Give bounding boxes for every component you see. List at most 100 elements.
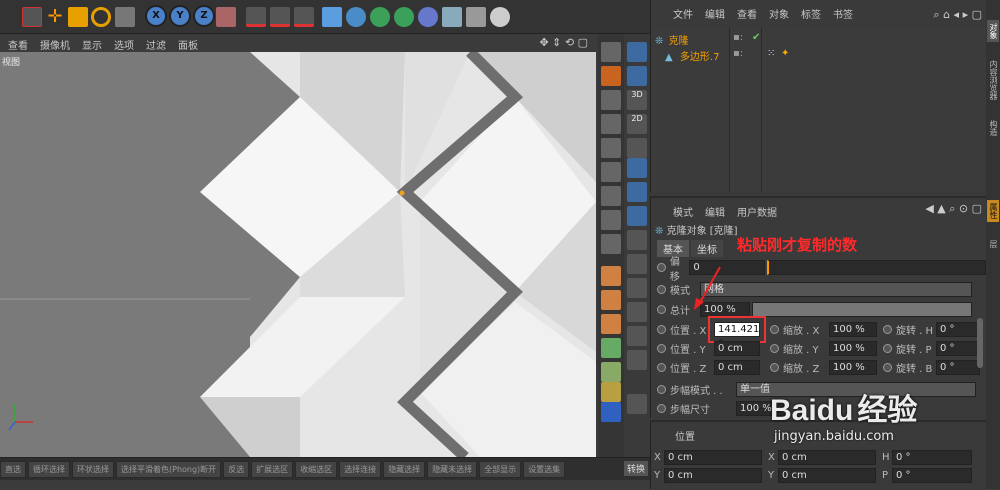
om-menu-file[interactable]: 文件 xyxy=(673,6,693,26)
anim-dot[interactable] xyxy=(657,404,666,413)
scale-icon[interactable] xyxy=(68,7,88,27)
anim-dot[interactable] xyxy=(657,363,666,372)
tab-structure[interactable]: 构造 xyxy=(987,120,999,136)
position-z-field[interactable]: 0 cm xyxy=(714,360,760,375)
subdivision-icon[interactable] xyxy=(370,7,390,27)
om-menu-bookmarks[interactable]: 书签 xyxy=(833,6,853,26)
coord-size-y[interactable]: 0 cm xyxy=(778,468,876,483)
snap-axis-icon[interactable] xyxy=(627,254,647,274)
status-button[interactable]: 收缩选区 xyxy=(295,461,338,478)
sculpt-icon[interactable] xyxy=(601,290,621,310)
visibility-toggle[interactable]: ▪: xyxy=(733,32,743,43)
coord-position-y[interactable]: 0 cm xyxy=(664,468,762,483)
object-row-cloner[interactable]: ❊ 克隆 ▪: ✔ xyxy=(655,32,985,47)
magnet-icon[interactable] xyxy=(627,42,647,62)
particle-icon[interactable] xyxy=(601,382,621,402)
model-mode-icon[interactable] xyxy=(601,66,621,86)
anim-dot[interactable] xyxy=(657,305,666,314)
x-axis-button[interactable]: X xyxy=(145,5,167,27)
rotation-h-field[interactable]: 0 ° xyxy=(936,322,980,337)
object-name[interactable]: 克隆 xyxy=(669,36,689,47)
axis-mode-icon[interactable] xyxy=(601,210,621,230)
floor-icon[interactable] xyxy=(442,7,462,27)
om-menu-edit[interactable]: 编辑 xyxy=(705,6,725,26)
cursor-icon[interactable] xyxy=(22,7,42,27)
tab-coord[interactable]: 坐标 xyxy=(691,240,723,257)
enabled-check-icon[interactable]: ✔ xyxy=(752,32,760,43)
anim-dot[interactable] xyxy=(657,344,666,353)
menu-camera[interactable]: 摄像机 xyxy=(40,37,70,52)
status-button[interactable]: 选择平滑着色(Phong)断开 xyxy=(116,461,222,478)
am-menu-edit[interactable]: 编辑 xyxy=(705,204,725,220)
convert-button[interactable]: 转换 xyxy=(624,461,649,476)
workplane-icon[interactable] xyxy=(601,114,621,134)
anim-dot[interactable] xyxy=(770,344,779,353)
status-button[interactable]: 环状选择 xyxy=(72,461,114,478)
render-dot-icon[interactable] xyxy=(601,402,621,422)
viewport[interactable]: 视图 xyxy=(0,52,596,457)
snap-icon[interactable] xyxy=(627,66,647,86)
3d-snap-icon[interactable]: 3D xyxy=(627,90,647,110)
snap-spline-icon[interactable] xyxy=(627,230,647,250)
snap-edge-icon[interactable] xyxy=(627,182,647,202)
point-mode-icon[interactable] xyxy=(601,138,621,158)
om-nav-icons[interactable]: ⌕ ⌂ ◂ ▸ ▢ xyxy=(933,8,982,22)
menu-view[interactable]: 查看 xyxy=(8,37,28,52)
deformer-icon[interactable] xyxy=(418,7,438,27)
tweak-icon[interactable] xyxy=(601,234,621,254)
edge-mode-icon[interactable] xyxy=(601,162,621,182)
rotation-b-field[interactable]: 0 ° xyxy=(936,360,980,375)
object-row-polygon[interactable]: ▲ 多边形.7 ▪: ⁙ ✦ xyxy=(665,48,985,63)
am-menu-mode[interactable]: 模式 xyxy=(673,204,693,220)
2d-snap-icon[interactable]: 2D xyxy=(627,114,647,134)
z-axis-button[interactable]: Z xyxy=(193,5,215,27)
status-button[interactable]: 全部显示 xyxy=(479,461,522,478)
anim-dot[interactable] xyxy=(770,325,779,334)
anim-dot[interactable] xyxy=(770,363,779,372)
anim-dot[interactable] xyxy=(657,325,666,334)
anim-dot[interactable] xyxy=(883,325,892,334)
am-nav-icons[interactable]: ◀ ▲ ⌕ ⊙ ▢ xyxy=(925,202,982,216)
status-button[interactable]: 扩展选区 xyxy=(251,461,294,478)
polygon-mode-icon[interactable] xyxy=(601,186,621,206)
coordinate-system-icon[interactable] xyxy=(216,7,236,27)
offset-slider[interactable] xyxy=(767,260,986,275)
scale-z-field[interactable]: 100 % xyxy=(829,360,877,375)
render-view-icon[interactable] xyxy=(246,7,266,27)
menu-panel[interactable]: 面板 xyxy=(178,37,198,52)
coord-rotation-p[interactable]: 0 ° xyxy=(892,468,972,483)
status-button[interactable]: 隐藏选择 xyxy=(383,461,426,478)
snap-mid-icon[interactable] xyxy=(627,278,647,298)
rotate-icon[interactable] xyxy=(91,7,111,27)
position-y-field[interactable]: 0 cm xyxy=(714,341,760,356)
am-scrollbar[interactable] xyxy=(977,318,983,368)
material-tag-icon[interactable]: ⁙ xyxy=(767,48,775,59)
texture-tag-icon[interactable]: ✦ xyxy=(781,48,789,59)
tab-layers[interactable]: 层 xyxy=(987,240,999,248)
coord-position-x[interactable]: 0 cm xyxy=(664,450,762,465)
position-x-field[interactable]: 141.421 c xyxy=(708,316,766,348)
cloner-icon[interactable] xyxy=(394,7,414,27)
om-menu-objects[interactable]: 对象 xyxy=(769,6,789,26)
make-editable-icon[interactable] xyxy=(601,42,621,62)
visibility-toggle[interactable]: ▪: xyxy=(733,48,743,59)
render-settings-icon[interactable] xyxy=(294,7,314,27)
snap-guide-icon[interactable] xyxy=(627,350,647,370)
menu-filter[interactable]: 过滤 xyxy=(146,37,166,52)
status-button[interactable]: 设置选集 xyxy=(523,461,566,478)
am-menu-userdata[interactable]: 用户数据 xyxy=(737,204,777,220)
anim-dot[interactable] xyxy=(883,363,892,372)
snap-grid-icon[interactable] xyxy=(627,302,647,322)
tab-attributes[interactable]: 属性 xyxy=(987,200,999,222)
texture-mode-icon[interactable] xyxy=(601,90,621,110)
anim-dot[interactable] xyxy=(883,344,892,353)
snap-polygon-icon[interactable] xyxy=(627,206,647,226)
object-name[interactable]: 多边形.7 xyxy=(680,52,720,63)
snap-point-icon[interactable] xyxy=(627,158,647,178)
snap-settings-icon[interactable] xyxy=(627,138,647,158)
cube-icon[interactable] xyxy=(322,7,342,27)
om-menu-tags[interactable]: 标签 xyxy=(801,6,821,26)
light-icon[interactable] xyxy=(490,7,510,27)
rotation-p-field[interactable]: 0 ° xyxy=(936,341,980,356)
status-button[interactable]: 循环选择 xyxy=(28,461,70,478)
